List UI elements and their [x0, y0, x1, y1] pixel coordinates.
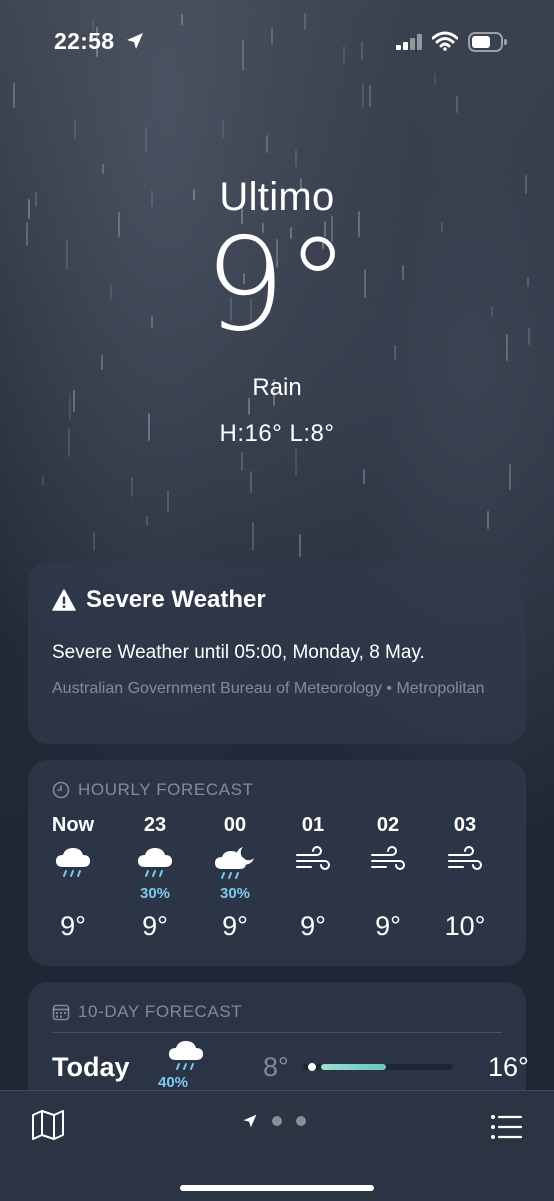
rain-streak [295, 448, 297, 476]
day-label: Today [52, 1052, 130, 1082]
rain-streak [487, 511, 489, 529]
hourly-item: 01 9° [273, 814, 353, 942]
rain-streak [42, 475, 44, 486]
severe-weather-card[interactable]: Severe Weather Severe Weather until 05:0… [28, 562, 526, 744]
location-arrow-icon [243, 1114, 257, 1128]
cloud-rain-icon [166, 1038, 206, 1079]
rain-streak [102, 164, 104, 174]
cloud-rain-icon [33, 845, 113, 889]
severe-weather-heading: Severe Weather [52, 586, 266, 614]
high-temperature: 16° [488, 1052, 529, 1082]
temperature-range-bar [303, 1063, 453, 1071]
ten-day-forecast-header: 10-DAY FORECAST [52, 1002, 242, 1022]
hour-temperature: 9° [375, 911, 401, 941]
status-bar: 22:58 [0, 22, 554, 62]
rain-streak [252, 522, 254, 551]
wifi-icon [432, 31, 458, 51]
location-arrow-icon [127, 33, 143, 49]
rain-streak [131, 477, 133, 497]
hour-label: Now [51, 814, 95, 836]
map-icon[interactable] [30, 1107, 66, 1143]
rain-streak [250, 471, 252, 493]
wind-icon [348, 845, 428, 889]
rain-streak [295, 150, 297, 167]
list-icon[interactable] [488, 1109, 524, 1145]
current-temperature-marker [308, 1063, 316, 1071]
severe-weather-message: Severe Weather until 05:00, Monday, 8 Ma… [52, 642, 425, 663]
precipitation-chance [33, 885, 113, 903]
hourly-forecast-title: HOURLY FORECAST [78, 780, 254, 799]
hour-temperature: 10° [444, 911, 486, 941]
rain-streak [299, 534, 301, 557]
rain-streak [369, 85, 371, 107]
high-low: H:16° L:8° [219, 420, 335, 447]
hourly-item: Now 9° [33, 814, 113, 942]
hour-temperature: 9° [300, 911, 326, 941]
hourly-item: 00 30% 9° [195, 814, 275, 942]
ten-day-forecast-title: 10-DAY FORECAST [78, 1002, 243, 1021]
calendar-icon [52, 1004, 70, 1021]
page-dot[interactable] [296, 1116, 306, 1126]
severe-weather-source: Australian Government Bureau of Meteorol… [52, 680, 485, 697]
hour-temperature: 9° [60, 911, 86, 941]
rain-streak [146, 516, 148, 526]
precipitation-chance [348, 885, 428, 903]
hour-temperature: 9° [222, 911, 248, 941]
rain-streak [266, 135, 268, 153]
status-time: 22:58 [54, 28, 115, 54]
hour-label: 01 [301, 814, 325, 836]
moon-cloud-rain-icon [195, 845, 275, 889]
rain-streak [74, 120, 76, 139]
clock-icon [52, 781, 70, 799]
hour-label: 23 [143, 814, 167, 836]
home-indicator [180, 1185, 374, 1191]
wind-icon [273, 845, 353, 889]
rain-streak [241, 452, 243, 471]
hour-label: 02 [376, 814, 400, 836]
hour-label: 00 [223, 814, 247, 836]
hourly-forecast-header: HOURLY FORECAST [52, 780, 254, 800]
rain-streak [145, 127, 147, 153]
warning-icon [52, 589, 76, 611]
cloud-rain-icon [115, 845, 195, 889]
rain-streak [93, 532, 95, 551]
battery-icon [468, 32, 507, 52]
hour-label: 03 [453, 814, 477, 836]
hourly-forecast-list[interactable]: Now 9° 23 30% 9° 00 30% 9° 01 9° 02 9° 03 10° [28, 814, 526, 954]
rain-streak [456, 96, 458, 113]
bottom-toolbar [0, 1090, 554, 1201]
rain-streak [363, 469, 365, 484]
rain-streak [222, 120, 224, 138]
hourly-item: 23 30% 9° [115, 814, 195, 942]
hour-temperature: 9° [142, 911, 168, 941]
hourly-forecast-card[interactable]: HOURLY FORECAST Now 9° 23 30% 9° 00 30% 9° 01 9° 0… [28, 760, 526, 966]
temperature-range-fill [321, 1064, 386, 1070]
severe-weather-title: Severe Weather [86, 586, 266, 613]
current-weather: Ultimo 9° Rain H:16° L:8° [0, 175, 554, 448]
precipitation-chance: 30% [219, 885, 251, 902]
page-indicator[interactable] [242, 1113, 306, 1129]
current-temperature: 9° [204, 211, 350, 360]
rain-streak [167, 490, 169, 513]
rain-streak [13, 83, 15, 108]
hourly-item: 03 10° [425, 814, 505, 942]
precipitation-chance [425, 885, 505, 903]
precipitation-chance: 30% [139, 885, 171, 902]
precipitation-chance: 40% [158, 1074, 189, 1091]
rain-streak [362, 83, 364, 107]
low-temperature: 8° [263, 1052, 289, 1082]
hourly-item: 02 9° [348, 814, 428, 942]
precipitation-chance [273, 885, 353, 903]
current-condition: Rain [252, 374, 302, 401]
cellular-signal-icon [396, 34, 422, 50]
rain-streak [434, 73, 436, 86]
wind-icon [425, 845, 505, 889]
page-dot[interactable] [272, 1116, 282, 1126]
divider [52, 1032, 502, 1033]
rain-streak [509, 464, 511, 490]
